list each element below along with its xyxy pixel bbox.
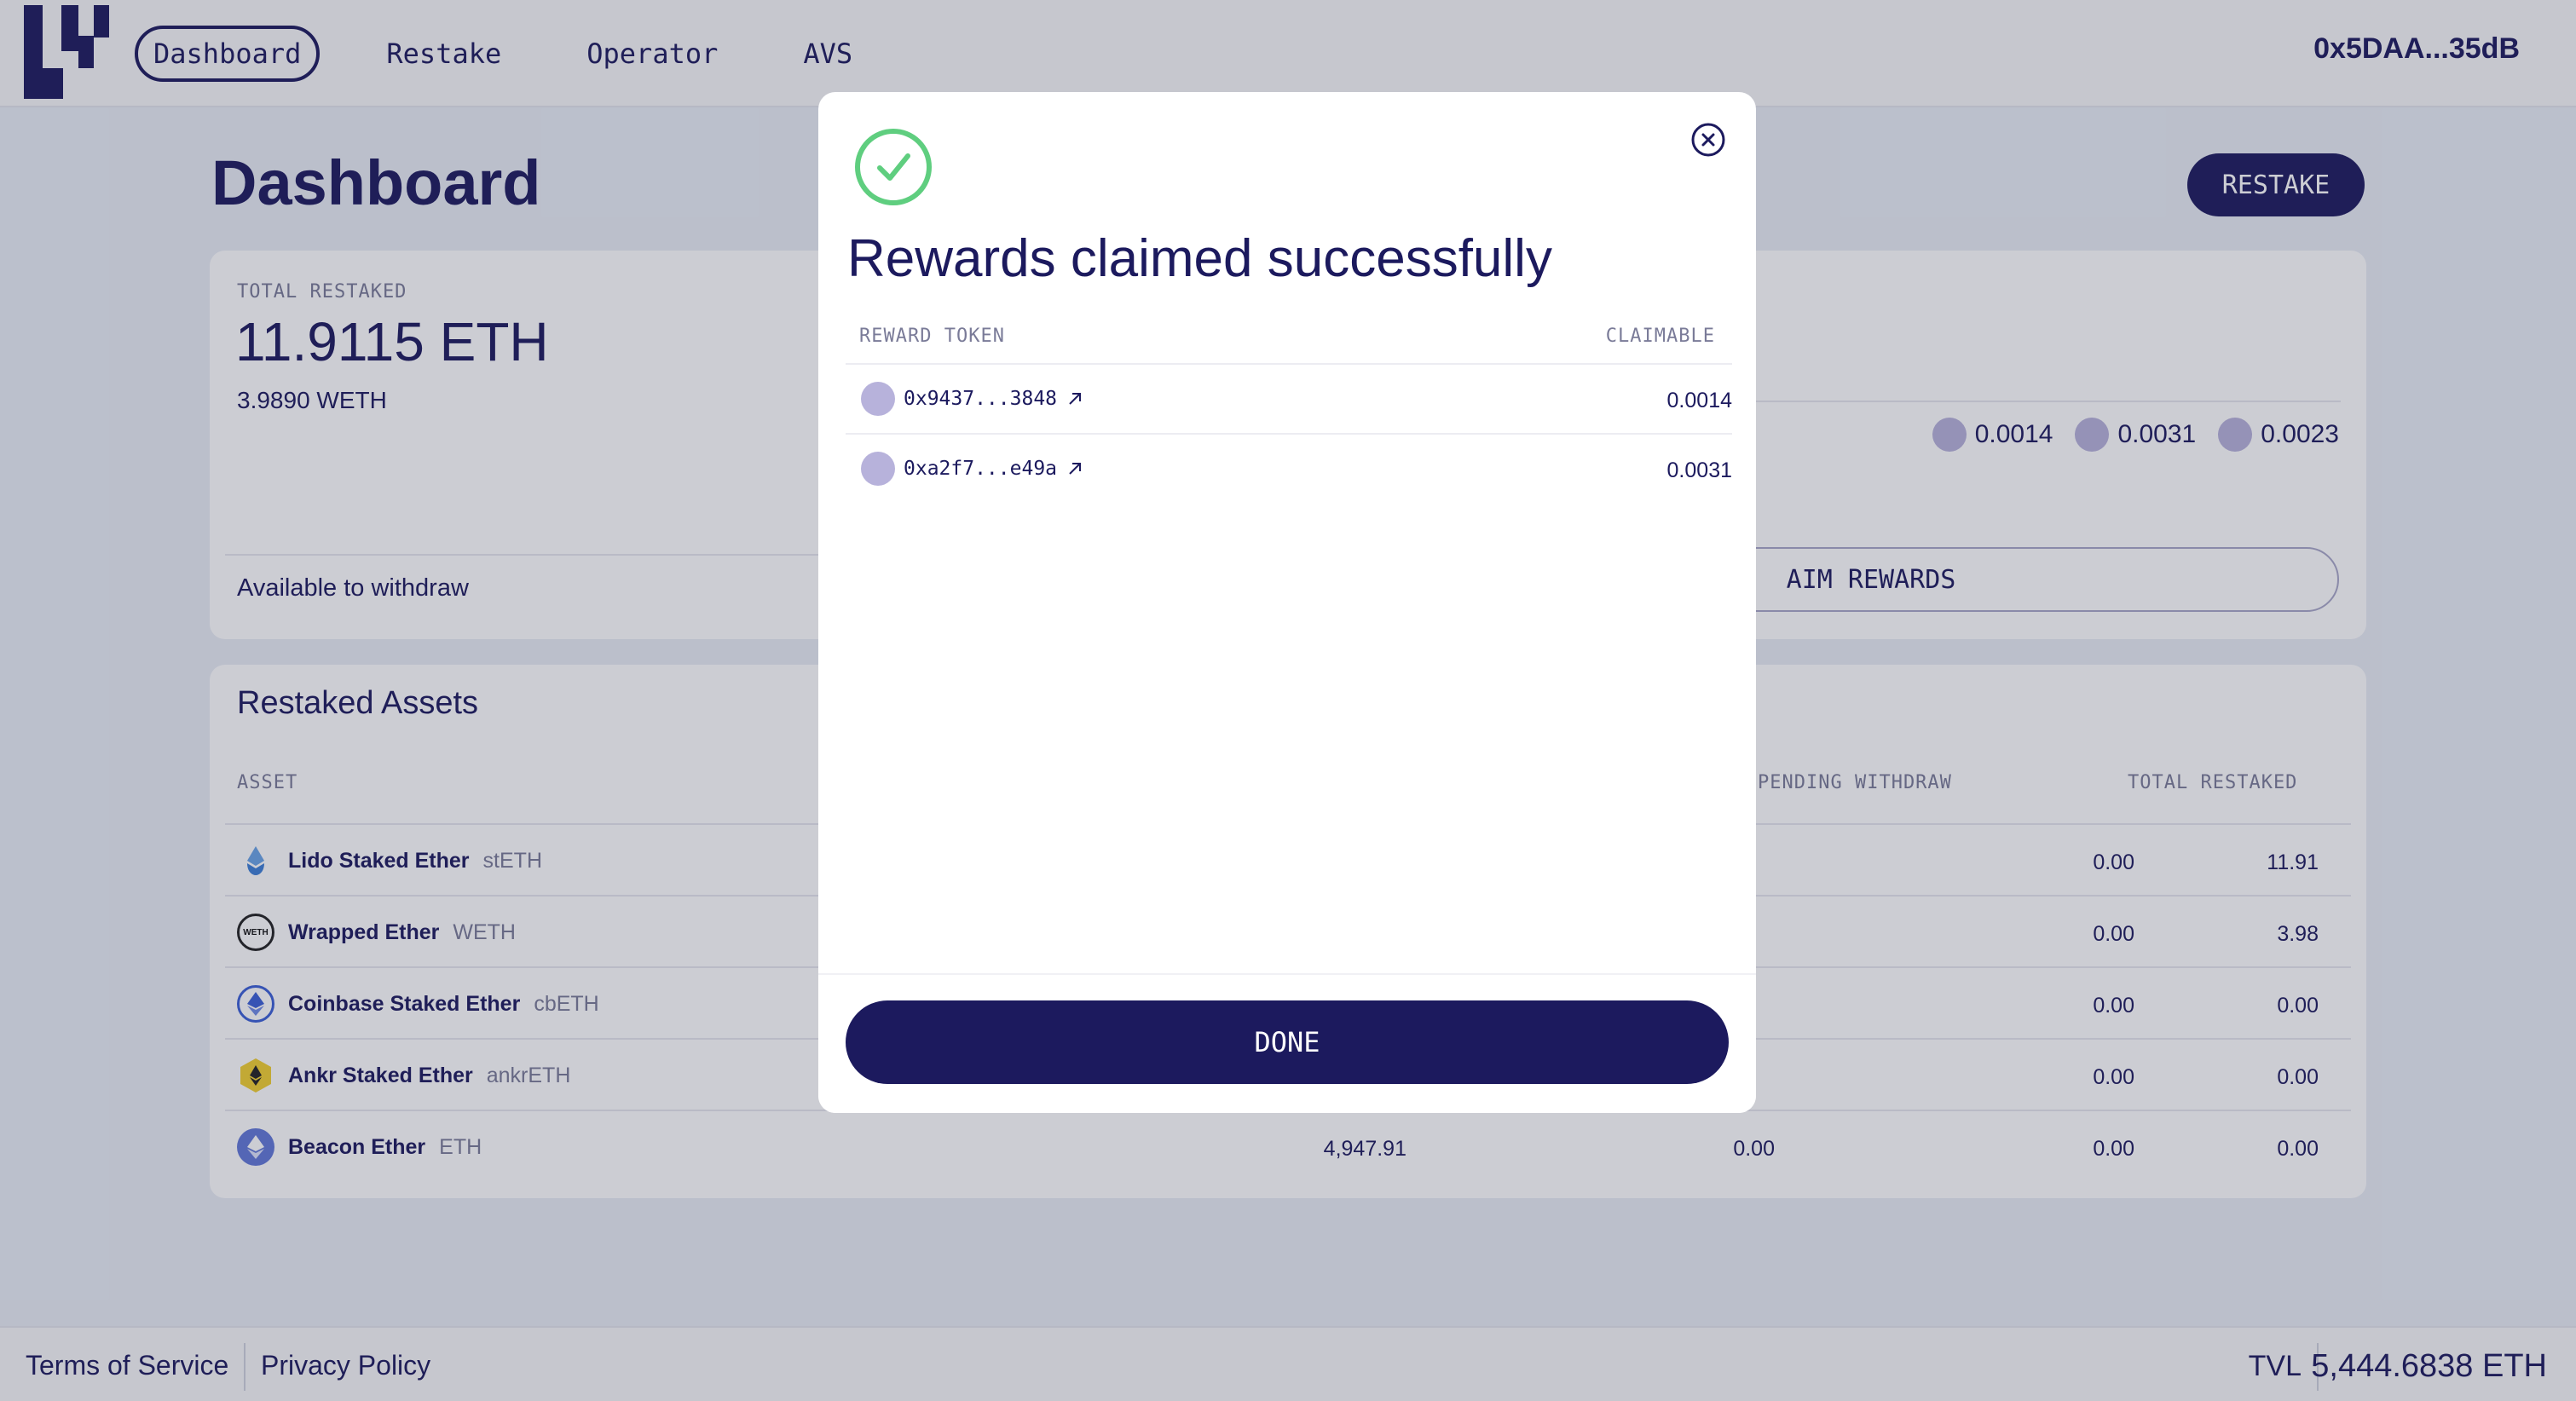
close-icon[interactable] bbox=[1689, 121, 1727, 159]
success-check-icon bbox=[855, 129, 932, 205]
claimable-value: 0.0014 bbox=[1666, 389, 1732, 412]
token-dot-icon bbox=[861, 452, 895, 486]
rewards-claimed-modal: Rewards claimed successfully REWARD TOKE… bbox=[818, 92, 1756, 1113]
claimable-value: 0.0031 bbox=[1666, 458, 1732, 482]
external-link-icon[interactable] bbox=[1066, 389, 1084, 408]
modal-footer: DONE bbox=[818, 973, 1756, 1113]
external-link-icon[interactable] bbox=[1066, 459, 1084, 478]
claimable-column-header: CLAIMABLE bbox=[1605, 326, 1715, 347]
reward-token-column-header: REWARD TOKEN bbox=[859, 326, 1005, 347]
done-button[interactable]: DONE bbox=[846, 1000, 1729, 1084]
token-address-link[interactable]: 0x9437...3848 bbox=[904, 388, 1057, 410]
token-address-link[interactable]: 0xa2f7...e49a bbox=[904, 458, 1057, 480]
token-dot-icon bbox=[861, 382, 895, 416]
modal-title: Rewards claimed successfully bbox=[847, 229, 1552, 288]
reward-row: 0xa2f7...e49a 0.0031 bbox=[846, 433, 1732, 503]
reward-row: 0x9437...3848 0.0014 bbox=[846, 363, 1732, 433]
